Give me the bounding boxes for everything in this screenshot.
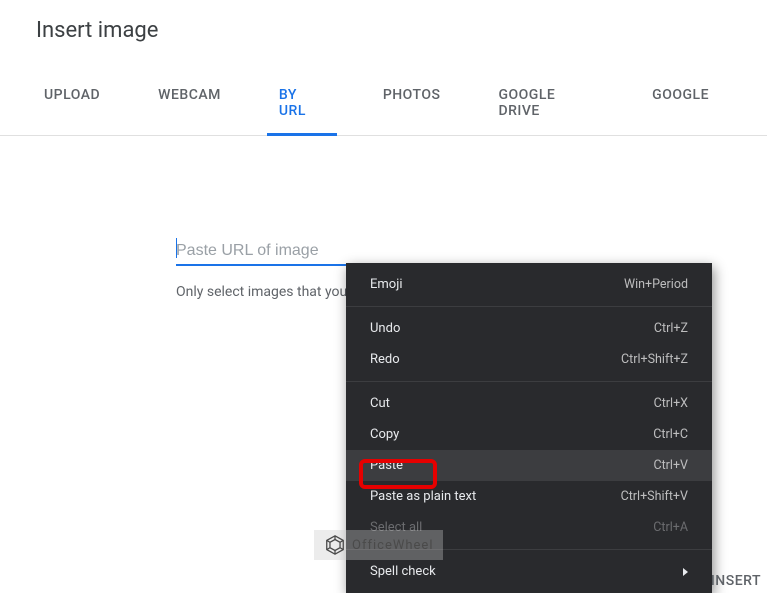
image-url-input[interactable] (176, 238, 556, 266)
ctx-shortcut: Ctrl+Shift+Z (621, 352, 688, 367)
tab-google-drive[interactable]: GOOGLE DRIVE (498, 87, 594, 135)
text-caret (176, 238, 177, 258)
tab-upload[interactable]: UPLOAD (44, 87, 100, 135)
ctx-shortcut: Win+Period (624, 277, 688, 292)
ctx-undo[interactable]: Undo Ctrl+Z (346, 313, 712, 344)
ctx-shortcut: Ctrl+Z (654, 321, 688, 336)
ctx-paste-plain[interactable]: Paste as plain text Ctrl+Shift+V (346, 481, 712, 512)
ctx-label: Paste as plain text (370, 489, 476, 504)
ctx-cut[interactable]: Cut Ctrl+X (346, 388, 712, 419)
ctx-label: Cut (370, 396, 390, 411)
ctx-paste[interactable]: Paste Ctrl+V (346, 450, 712, 481)
insert-button[interactable]: INSERT (711, 573, 761, 589)
dialog-title: Insert image (0, 0, 767, 43)
watermark: OfficeWheel (314, 530, 443, 560)
ctx-separator (346, 381, 712, 382)
watermark-text: OfficeWheel (352, 538, 433, 553)
officewheel-logo-icon (324, 534, 346, 556)
chevron-right-icon (683, 568, 688, 576)
tab-photos[interactable]: PHOTOS (383, 87, 441, 135)
ctx-label: Copy (370, 427, 399, 442)
ctx-spell-check[interactable]: Spell check (346, 556, 712, 587)
ctx-label: Emoji (370, 277, 402, 292)
ctx-separator (346, 306, 712, 307)
ctx-emoji[interactable]: Emoji Win+Period (346, 269, 712, 300)
ctx-label: Paste (370, 458, 403, 473)
ctx-shortcut: Ctrl+C (653, 427, 688, 442)
tab-by-url[interactable]: BY URL (279, 87, 325, 135)
ctx-shortcut: Ctrl+V (653, 458, 688, 473)
ctx-shortcut: Ctrl+Shift+V (621, 489, 688, 504)
tab-webcam[interactable]: WEBCAM (158, 87, 221, 135)
ctx-label: Redo (370, 352, 400, 367)
ctx-shortcut: Ctrl+A (653, 520, 688, 535)
ctx-redo[interactable]: Redo Ctrl+Shift+Z (346, 344, 712, 375)
ctx-copy[interactable]: Copy Ctrl+C (346, 419, 712, 450)
tabs-bar: UPLOAD WEBCAM BY URL PHOTOS GOOGLE DRIVE… (0, 87, 767, 136)
ctx-label: Spell check (370, 564, 436, 579)
ctx-shortcut: Ctrl+X (654, 396, 688, 411)
ctx-label: Undo (370, 321, 400, 336)
tab-google[interactable]: GOOGLE (652, 87, 709, 135)
